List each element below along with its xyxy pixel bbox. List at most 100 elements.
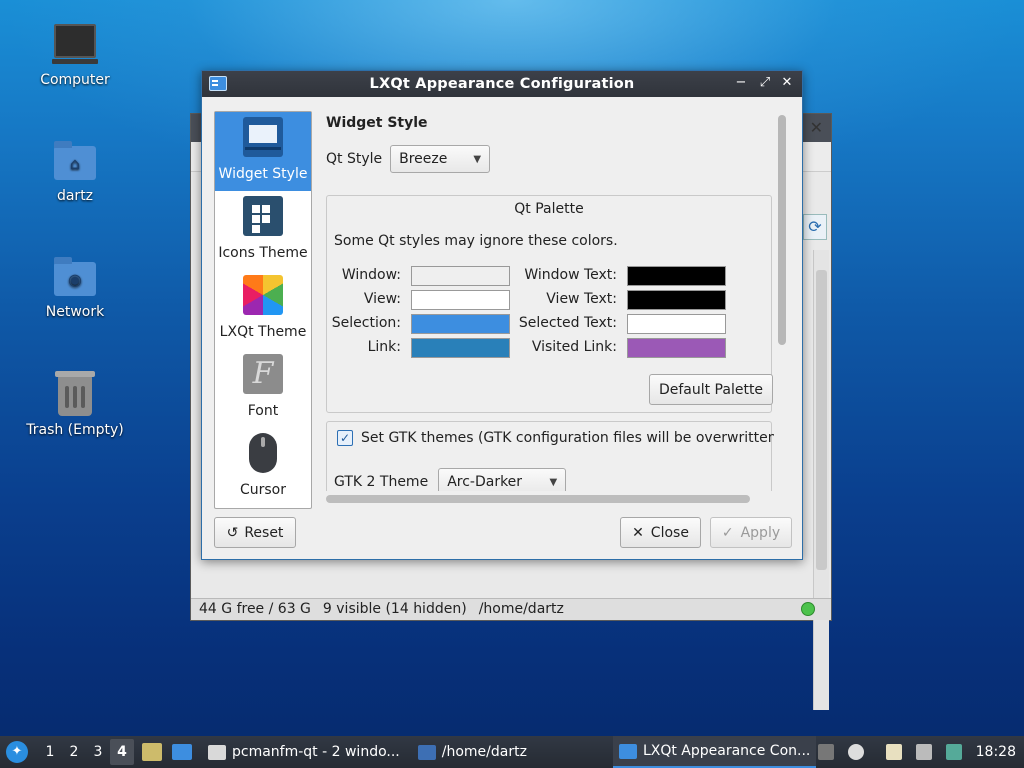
network-icon[interactable] <box>915 744 932 760</box>
selected-text-color-swatch[interactable] <box>627 314 726 334</box>
sidebar-item-label: Font <box>247 403 279 419</box>
desktop-icon-label: dartz <box>56 188 94 204</box>
trash-icon <box>55 371 95 416</box>
app-icon <box>209 76 227 91</box>
status-indicator-icon <box>801 602 815 616</box>
qt-style-select[interactable]: Breeze ▼ <box>390 145 491 173</box>
folder-icon <box>417 744 436 760</box>
qt-style-label: Qt Style <box>326 151 383 167</box>
volume-icon[interactable] <box>847 744 864 760</box>
palette-title: Qt Palette <box>514 201 584 217</box>
disk-free-text: 44 G free / 63 G <box>199 601 311 617</box>
computer-icon <box>52 24 98 64</box>
check-icon: ✓ <box>721 524 734 541</box>
tray-up-icon[interactable] <box>817 744 834 760</box>
widget-style-icon <box>243 117 283 157</box>
cursor-icon <box>249 433 277 473</box>
palette-row: Link: Visited Link: <box>327 338 773 358</box>
task-label: /home/dartz <box>441 744 527 760</box>
vertical-scrollbar[interactable] <box>775 111 789 491</box>
sidebar-item-lxqt-theme[interactable]: LXQt Theme <box>215 270 311 349</box>
close-icon[interactable]: ✕ <box>810 118 823 137</box>
home-folder-icon: ⌂ <box>54 141 96 180</box>
task-pcmanfm[interactable]: pcmanfm-qt - 2 windo... <box>202 736 406 768</box>
desktop-switch-3[interactable]: 3 <box>86 744 110 760</box>
reset-button[interactable]: ↺ Reset <box>214 517 296 548</box>
clock[interactable]: 18:28 <box>976 744 1016 760</box>
clipboard-icon[interactable] <box>885 744 902 760</box>
refresh-icon[interactable]: ⟳ <box>803 214 827 240</box>
dialog-title: LXQt Appearance Configuration <box>369 76 635 92</box>
gtk2-theme-value: Arc-Darker <box>447 474 523 490</box>
palette-row: Window: Window Text: <box>327 266 773 286</box>
task-label: pcmanfm-qt - 2 windo... <box>232 744 400 760</box>
desktop-icon-home[interactable]: ⌂ dartz <box>20 141 130 204</box>
window-color-swatch[interactable] <box>411 266 510 286</box>
close-icon: ✕ <box>632 524 644 541</box>
sidebar-item-widget-style[interactable]: Widget Style <box>215 112 311 191</box>
visible-count-text: 9 visible (14 hidden) <box>322 601 467 617</box>
link-color-label: Link: <box>367 339 401 355</box>
start-menu-icon[interactable]: ✦ <box>6 741 28 763</box>
view-text-color-swatch[interactable] <box>627 290 726 310</box>
task-label: LXQt Appearance Con... <box>642 743 811 759</box>
sidebar-item-cursor[interactable]: Cursor <box>215 428 311 507</box>
desktop-icon-label: Computer <box>40 72 110 88</box>
current-path-text: /home/dartz <box>478 601 564 617</box>
minimize-icon[interactable]: − <box>732 74 750 92</box>
lxqt-theme-icon <box>243 275 283 315</box>
sidebar-item-icons-theme[interactable]: Icons Theme <box>215 191 311 270</box>
maximize-icon[interactable]: ⤢ <box>756 74 774 92</box>
dialog-titlebar[interactable]: LXQt Appearance Configuration − ⤢ ✕ <box>202 71 802 97</box>
view-color-label: View: <box>363 291 401 307</box>
sidebar-item-label: LXQt Theme <box>219 324 307 340</box>
palette-row: View: View Text: <box>327 290 773 310</box>
sidebar-item-label: Icons Theme <box>218 245 308 261</box>
close-icon[interactable]: ✕ <box>778 74 796 92</box>
desktop-switch-4[interactable]: 4 <box>110 739 134 765</box>
default-palette-button[interactable]: Default Palette <box>649 374 773 405</box>
icons-theme-icon <box>243 196 283 236</box>
category-sidebar: Widget Style Icons Theme LXQt Theme F Fo… <box>214 111 312 509</box>
window-text-color-swatch[interactable] <box>627 266 726 286</box>
qt-style-value: Breeze <box>399 151 448 167</box>
view-color-swatch[interactable] <box>411 290 510 310</box>
horizontal-scrollbar[interactable] <box>326 495 750 503</box>
file-manager-scrollbar[interactable] <box>813 250 829 710</box>
window-color-label: Window: <box>341 267 401 283</box>
sidebar-item-font[interactable]: F Font <box>215 349 311 428</box>
file-manager-launcher-icon[interactable] <box>172 744 192 760</box>
window-icon <box>208 744 226 760</box>
gtk2-theme-select[interactable]: Arc-Darker ▼ <box>438 468 567 491</box>
view-text-color-label: View Text: <box>546 291 617 307</box>
app-icon <box>618 743 637 759</box>
apply-button[interactable]: ✓ Apply <box>710 517 792 548</box>
desktop-icon-network[interactable]: ◉ Network <box>20 257 130 320</box>
default-palette-label: Default Palette <box>658 381 764 398</box>
desktop-icon-label: Trash (Empty) <box>26 422 124 438</box>
desktop-icon-trash[interactable]: Trash (Empty) <box>20 371 130 438</box>
gtk-theme-checkbox[interactable]: ✓ <box>337 430 353 446</box>
desktop-icon-computer[interactable]: Computer <box>20 24 130 88</box>
show-desktop-icon[interactable] <box>142 743 162 761</box>
chevron-down-icon: ▼ <box>473 153 482 165</box>
undo-icon: ↺ <box>226 524 239 541</box>
taskbar: ✦ 1 2 3 4 pcmanfm-qt - 2 windo... /home/… <box>0 736 1024 768</box>
gtk-theme-group: ✓ Set GTK themes (GTK configuration file… <box>326 421 774 491</box>
close-button[interactable]: ✕ Close <box>620 517 701 548</box>
gtk-checkbox-label: Set GTK themes (GTK configuration files … <box>361 430 774 446</box>
palette-hint: Some Qt styles may ignore these colors. <box>334 233 618 249</box>
desktop-switch-2[interactable]: 2 <box>62 744 86 760</box>
gtk-checkbox-row[interactable]: ✓ Set GTK themes (GTK configuration file… <box>337 430 774 446</box>
desktop-switch-1[interactable]: 1 <box>38 744 62 760</box>
task-lxqt-appearance[interactable]: LXQt Appearance Con... <box>612 736 817 768</box>
link-color-swatch[interactable] <box>411 338 510 358</box>
update-icon[interactable] <box>945 744 962 760</box>
reset-label: Reset <box>244 524 284 541</box>
apply-label: Apply <box>740 524 781 541</box>
selection-color-swatch[interactable] <box>411 314 510 334</box>
visited-link-color-swatch[interactable] <box>627 338 726 358</box>
close-label: Close <box>650 524 689 541</box>
chevron-down-icon: ▼ <box>549 476 558 488</box>
task-home-dartz[interactable]: /home/dartz <box>412 736 533 768</box>
